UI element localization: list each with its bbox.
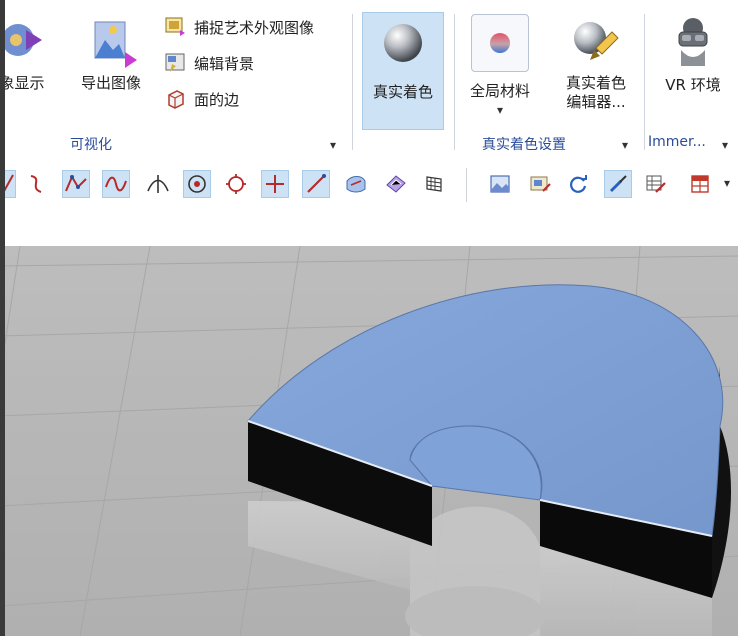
vr-headset-icon xyxy=(678,18,708,66)
polyline-button[interactable] xyxy=(62,170,90,198)
crosshair-icon xyxy=(266,175,284,193)
global-material-dropdown[interactable]: ▾ xyxy=(497,103,503,117)
group-true-shading-settings-label: 真实着色设置 xyxy=(482,137,566,153)
vr-environment-label: VR 环境 xyxy=(665,76,721,94)
edit-background-label: 编辑背景 xyxy=(194,54,255,73)
crosshair-button[interactable] xyxy=(261,170,289,198)
table-edit-icon xyxy=(646,175,666,193)
intersection-point-icon xyxy=(147,175,169,193)
spline-button[interactable] xyxy=(102,170,130,198)
circle-center-button[interactable] xyxy=(222,170,250,198)
polyline-icon xyxy=(65,174,87,192)
intersection-point-button[interactable] xyxy=(144,170,172,198)
pattern-face-icon xyxy=(386,175,406,193)
line-pencil-icon xyxy=(307,174,326,193)
viewport-scene xyxy=(0,246,738,636)
surface-icon xyxy=(346,176,366,193)
group-separator xyxy=(454,14,455,150)
true-shading-editor-label-line1: 真实着色 xyxy=(565,74,626,92)
surface-button[interactable] xyxy=(342,170,370,198)
edit-background-icon xyxy=(165,53,185,72)
export-image-button[interactable]: 导出图像 xyxy=(70,16,152,93)
grid-face-button[interactable] xyxy=(420,170,448,198)
export-image-icon xyxy=(94,21,137,68)
point-on-target-icon xyxy=(188,175,206,193)
ribbon: 象显示 导出图像 捕捉艺术外观图像 编辑背景 面的边 可视化 ▾ 真实着色 全局… xyxy=(0,0,738,161)
material-ball-icon xyxy=(490,33,510,53)
group-separator xyxy=(644,14,645,150)
command-strip xyxy=(0,212,738,248)
true-shading-editor-label-line2: 编辑器... xyxy=(566,93,626,111)
spline-icon xyxy=(105,176,127,192)
brush-select-button[interactable] xyxy=(604,170,632,198)
image-display-label: 象显示 xyxy=(0,74,45,92)
toolbar-more-arrow[interactable]: ▾ xyxy=(724,176,730,190)
layout-grid-icon xyxy=(691,175,709,193)
shading-editor-icon xyxy=(574,22,619,60)
vr-environment-button[interactable]: VR 环境 xyxy=(654,14,732,95)
capture-art-image-icon xyxy=(165,17,185,36)
image-display-icon xyxy=(2,24,42,56)
group-immersive-label: Immer... xyxy=(648,134,706,150)
toolbar-separator xyxy=(466,168,467,202)
export-image-label: 导出图像 xyxy=(80,74,141,92)
group-immersive-menu-arrow[interactable]: ▾ xyxy=(722,138,728,152)
window-left-edge xyxy=(0,0,5,636)
group-separator xyxy=(352,14,353,150)
image-edit-icon xyxy=(530,176,551,192)
capture-art-image-command[interactable]: 捕捉艺术外观图像 xyxy=(164,16,314,38)
material-swatch xyxy=(471,14,529,72)
view-photo-icon xyxy=(490,175,510,193)
image-edit-button[interactable] xyxy=(526,170,554,198)
group-true-shading-settings-menu-arrow[interactable]: ▾ xyxy=(622,138,628,152)
group-visualize-menu-arrow[interactable]: ▾ xyxy=(330,138,336,152)
group-visualize-label: 可视化 xyxy=(70,137,112,153)
grid-face-icon xyxy=(426,176,442,192)
face-edge-command[interactable]: 面的边 xyxy=(164,88,239,110)
graphics-viewport[interactable] xyxy=(0,246,738,636)
sphere-icon xyxy=(384,24,422,62)
point-on-target-button[interactable] xyxy=(183,170,211,198)
edit-background-command[interactable]: 编辑背景 xyxy=(164,52,254,74)
true-shading-editor-button[interactable]: 真实着色 编辑器... xyxy=(548,14,644,112)
pattern-face-button[interactable] xyxy=(382,170,410,198)
global-material-button[interactable]: 全局材料 ▾ xyxy=(462,14,538,117)
circle-center-icon xyxy=(226,174,246,194)
image-display-button[interactable]: 象显示 xyxy=(0,16,64,93)
table-edit-button[interactable] xyxy=(642,170,670,198)
layout-grid-button[interactable] xyxy=(686,170,714,198)
true-shading-button[interactable]: 真实着色 xyxy=(362,12,444,130)
global-material-label: 全局材料 xyxy=(469,82,530,100)
capture-art-image-label: 捕捉艺术外观图像 xyxy=(194,18,315,37)
s-curve-icon xyxy=(30,175,42,193)
refresh-cycle-button[interactable] xyxy=(564,170,592,198)
refresh-cycle-icon xyxy=(570,175,587,193)
face-edge-label: 面的边 xyxy=(194,90,240,109)
view-photo-button[interactable] xyxy=(486,170,514,198)
brush-select-icon xyxy=(609,175,627,193)
line-pencil-button[interactable] xyxy=(302,170,330,198)
face-edge-icon xyxy=(168,90,184,109)
true-shading-label: 真实着色 xyxy=(372,83,433,101)
true-shading-editor-label: 真实着色 编辑器... xyxy=(566,74,626,112)
s-curve-button[interactable] xyxy=(22,170,50,198)
